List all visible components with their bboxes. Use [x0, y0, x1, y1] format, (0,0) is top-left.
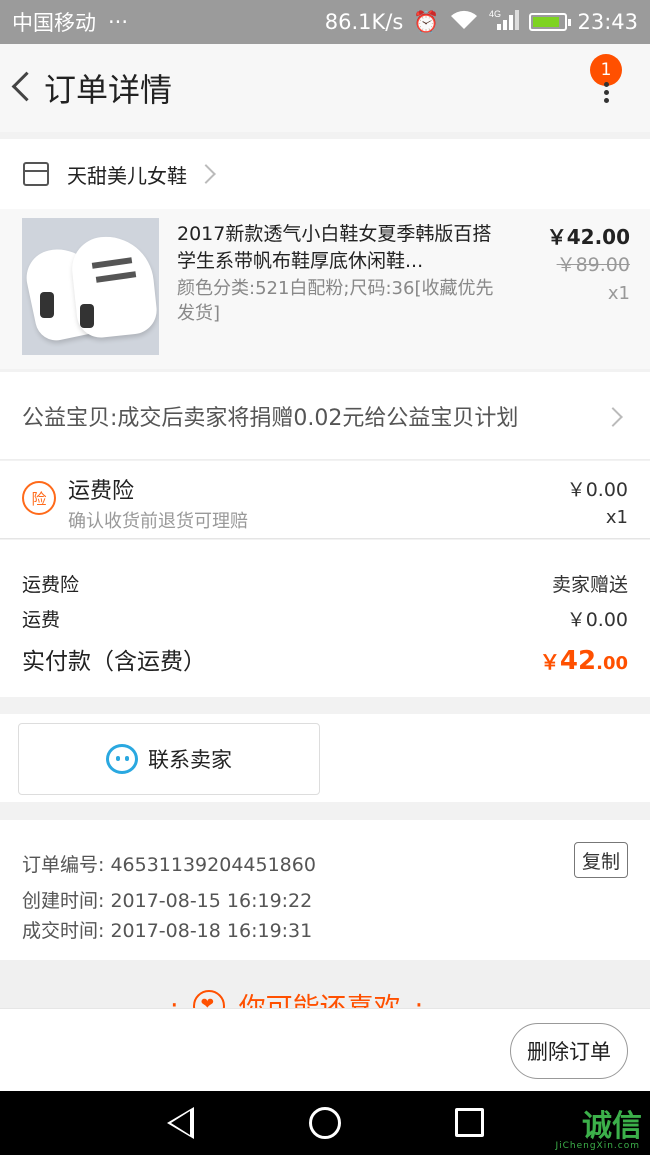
reco-dash: ·	[414, 990, 424, 1008]
insurance-desc: 确认收货前退货可理赔	[68, 511, 248, 532]
freight-insurance-value: 卖家赠送	[551, 574, 628, 596]
freight-insurance-row: 险 运费险 确认收货前退货可理赔 ￥0.00 x1	[0, 461, 650, 539]
product-image	[22, 218, 159, 355]
total-amount: ￥42.00	[539, 646, 628, 676]
system-nav-bar: 诚信 JiChengXin.com	[0, 1091, 650, 1155]
recommend-title: 你可能还喜欢	[239, 986, 401, 1008]
payment-summary: 运费险 卖家赠送 运费 ￥0.00 实付款（含运费） ￥42.00	[0, 540, 650, 697]
network-type-label: 4G	[489, 9, 501, 19]
notification-dots: ···	[108, 10, 129, 34]
chevron-right-icon	[603, 407, 623, 427]
header-bar: 订单详情 1	[0, 44, 650, 132]
battery-icon	[529, 13, 572, 31]
insurance-quantity: x1	[605, 507, 628, 528]
copy-button[interactable]: 复制	[574, 842, 628, 878]
watermark-logo: 诚信	[582, 1109, 642, 1144]
alarm-icon: ⏰	[413, 9, 440, 34]
shop-name: 天甜美儿女鞋	[67, 163, 187, 188]
summary-row: 运费 ￥0.00	[22, 605, 628, 632]
insurance-title: 运费险	[68, 479, 135, 504]
nav-back-icon[interactable]	[167, 1107, 194, 1139]
store-icon	[23, 162, 49, 186]
more-dots-icon	[604, 82, 609, 87]
status-bar: 中国移动 ··· 86.1K/s ⏰ 4G 23:43	[0, 0, 650, 44]
chevron-right-icon	[196, 164, 216, 184]
product-item[interactable]: 2017新款透气小白鞋女夏季韩版百搭学生系带帆布鞋厚底休闲鞋... 颜色分类:5…	[0, 209, 650, 369]
clock: 23:43	[577, 10, 638, 34]
carrier-label: 中国移动	[12, 11, 96, 35]
charity-row[interactable]: 公益宝贝:成交后卖家将捐赠0.02元给公益宝贝计划	[0, 372, 650, 460]
nav-recent-apps-icon[interactable]	[455, 1108, 484, 1137]
created-time: 创建时间: 2017-08-15 16:19:22	[22, 890, 313, 912]
reco-dash: ·	[170, 990, 179, 1008]
order-number: 订单编号: 46531139204451860	[22, 854, 316, 876]
insurance-icon: 险	[22, 481, 56, 515]
signal-icon: 4G	[489, 8, 520, 37]
shop-row[interactable]: 天甜美儿女鞋	[0, 139, 650, 209]
completed-time: 成交时间: 2017-08-18 16:19:31	[22, 920, 313, 942]
contact-seller-label: 联系卖家	[148, 748, 232, 772]
charity-text: 公益宝贝:成交后卖家将捐赠0.02元给公益宝贝计划	[22, 405, 519, 431]
network-speed: 86.1K/s	[324, 10, 404, 34]
heart-icon	[192, 989, 225, 1008]
product-quantity: x1	[607, 283, 630, 304]
freight-insurance-label: 运费险	[22, 574, 80, 596]
summary-row: 运费险 卖家赠送	[22, 570, 628, 597]
order-info: 订单编号: 46531139204451860 创建时间: 2017-08-15…	[0, 820, 650, 960]
contact-section: 联系卖家	[0, 714, 650, 802]
bottom-action-bar: 删除订单	[0, 1008, 650, 1091]
nav-home-icon[interactable]	[309, 1107, 341, 1139]
product-price: ￥42.00	[546, 225, 630, 249]
product-original-price: ￥89.00	[556, 254, 630, 276]
wifi-icon	[449, 9, 479, 36]
summary-total-row: 实付款（含运费） ￥42.00	[22, 642, 628, 676]
chat-icon	[106, 744, 138, 774]
product-title: 2017新款透气小白鞋女夏季韩版百搭学生系带帆布鞋厚底休闲鞋...	[177, 223, 492, 272]
more-menu-button[interactable]: 1	[590, 54, 624, 112]
recommendations-header: · 你可能还喜欢 ·	[0, 960, 650, 1008]
shipping-value: ￥0.00	[566, 609, 628, 631]
delete-order-button[interactable]: 删除订单	[510, 1023, 628, 1079]
page-title: 订单详情	[44, 71, 173, 109]
product-sku: 颜色分类:521白配粉;尺码:36[收藏优先发货]	[177, 278, 494, 324]
contact-seller-button[interactable]: 联系卖家	[18, 723, 320, 795]
watermark-url: JiChengXin.com	[555, 1141, 640, 1151]
shipping-label: 运费	[22, 609, 61, 631]
total-label: 实付款（含运费）	[22, 649, 206, 675]
back-arrow-icon[interactable]	[0, 44, 60, 132]
insurance-price: ￥0.00	[566, 479, 628, 501]
